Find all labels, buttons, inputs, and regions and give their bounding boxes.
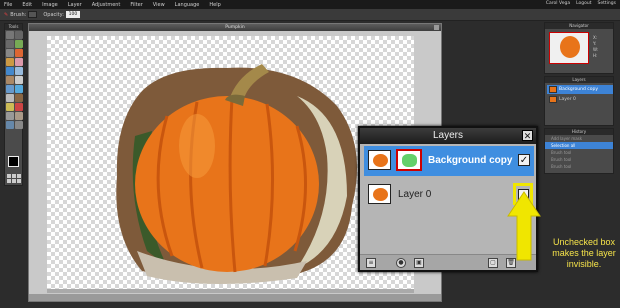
history-item[interactable]: Brush tool (545, 163, 613, 170)
history-panel: History Add layer mask Selection all Bru… (544, 128, 614, 174)
layer-thumbnail (368, 184, 391, 204)
docked-layer-row[interactable]: Background copy (547, 85, 613, 94)
user-name: Carol Vega (545, 1, 571, 6)
navigator-readout: X: Y: W: H: (593, 35, 598, 59)
navigator-panel: Navigator X: Y: W: H: (544, 22, 614, 74)
history-item[interactable]: Brush tool (545, 156, 613, 163)
menu-file[interactable]: File (4, 2, 12, 8)
menu-filter[interactable]: Filter (130, 2, 142, 8)
history-item[interactable]: Brush tool (545, 149, 613, 156)
hand-tool-icon[interactable] (15, 112, 23, 120)
picker-tool-icon[interactable] (15, 76, 23, 84)
layer-style-icon[interactable]: ● (396, 258, 406, 268)
menu-help[interactable]: Help (209, 2, 220, 8)
navigator-h: H: (593, 53, 598, 58)
docked-layer-thumb (549, 96, 557, 103)
annotation-text: Unchecked box makes the layer invisible. (552, 237, 616, 269)
shape-tool-icon[interactable] (15, 121, 23, 129)
logout-link[interactable]: Logout (576, 1, 591, 6)
layer-mask-thumbnail[interactable] (396, 149, 422, 171)
opacity-option: Opacity: 100 (43, 11, 80, 18)
menu-edit[interactable]: Edit (22, 2, 32, 8)
docked-layer-row[interactable]: Layer 0 (547, 95, 613, 104)
bucket-tool-icon[interactable] (6, 67, 14, 75)
document-titlebar[interactable]: Pumpkin (29, 24, 441, 31)
account-links: Carol Vega Logout Settings (546, 1, 616, 6)
layers-docked-title: Layers (545, 77, 613, 83)
document-title: Pumpkin (225, 25, 245, 30)
history-item[interactable]: Add layer mask (545, 135, 613, 142)
marquee-tool-icon[interactable] (15, 31, 23, 39)
zoom-tool-icon[interactable] (6, 121, 14, 129)
layer-properties-icon[interactable]: ≡ (366, 258, 376, 268)
brush-tool-icon[interactable] (6, 58, 14, 66)
layer-row-background-copy[interactable]: Background copy ✓ (364, 146, 534, 176)
wand-tool-icon[interactable] (15, 40, 23, 48)
menu-language[interactable]: Language (175, 2, 200, 8)
layers-panel-docked: Layers Background copy Layer 0 (544, 76, 614, 126)
eraser-tool-icon[interactable] (15, 58, 23, 66)
docked-layer-thumb (549, 86, 557, 93)
view-mode-grid-icon[interactable] (7, 174, 21, 183)
close-icon[interactable]: ✕ (522, 130, 533, 141)
redeye-tool-icon[interactable] (15, 103, 23, 111)
burn-tool-icon[interactable] (15, 94, 23, 102)
layer-name: Background copy (428, 155, 513, 166)
opacity-label: Opacity: (43, 11, 64, 18)
tool-options-bar: ✎ Brush: Opacity: 100 (0, 9, 620, 21)
brush-option[interactable]: ✎ Brush: (4, 11, 38, 18)
menu-view[interactable]: View (153, 2, 165, 8)
document-close-icon[interactable] (434, 25, 439, 30)
add-mask-icon[interactable]: ▣ (414, 258, 424, 268)
menu-image[interactable]: Image (42, 2, 58, 8)
move-tool-icon[interactable] (6, 31, 14, 39)
docked-layer-name: Background copy (559, 87, 599, 92)
stamp-tool-icon[interactable] (6, 76, 14, 84)
text-tool-icon[interactable] (6, 112, 14, 120)
brush-icon: ✎ (4, 11, 9, 18)
menu-adjustment[interactable]: Adjustment (92, 2, 121, 8)
navigator-pumpkin-preview (560, 36, 580, 58)
layers-panel-title: Layers (432, 130, 463, 141)
tools-panel: Tools (4, 23, 23, 186)
menu-bar: File Edit Image Layer Adjustment Filter … (0, 0, 620, 9)
navigator-thumbnail[interactable] (549, 32, 589, 64)
document-statusbar (29, 294, 441, 301)
crop-tool-icon[interactable] (6, 49, 14, 57)
layer-thumbnail (368, 150, 391, 170)
history-title: History (545, 129, 613, 135)
horizontal-scrollbar[interactable] (47, 289, 414, 293)
brush-label: Brush: (10, 11, 27, 18)
tool-grid (5, 30, 23, 130)
layer-name: Layer 0 (398, 189, 432, 200)
docked-layer-name: Layer 0 (559, 97, 576, 102)
settings-link[interactable]: Settings (598, 1, 616, 6)
history-item[interactable]: Selection all (545, 142, 613, 149)
layer-visibility-checkbox[interactable]: ✓ (518, 154, 530, 166)
gradient-tool-icon[interactable] (15, 67, 23, 75)
lasso-tool-icon[interactable] (6, 40, 14, 48)
foreground-color-swatch[interactable] (8, 156, 19, 167)
navigator-title: Navigator (545, 23, 613, 29)
opacity-input[interactable]: 100 (65, 11, 80, 18)
dodge-tool-icon[interactable] (6, 94, 14, 102)
brush-size-picker[interactable] (28, 11, 38, 18)
sharpen-tool-icon[interactable] (15, 85, 23, 93)
pencil-tool-icon[interactable] (15, 49, 23, 57)
new-layer-icon[interactable]: ▢ (488, 258, 498, 268)
annotation-arrow-icon (507, 191, 541, 261)
layers-panel-header[interactable]: Layers ✕ (360, 128, 536, 144)
sponge-tool-icon[interactable] (6, 103, 14, 111)
menu-layer[interactable]: Layer (68, 2, 82, 8)
blur-tool-icon[interactable] (6, 85, 14, 93)
